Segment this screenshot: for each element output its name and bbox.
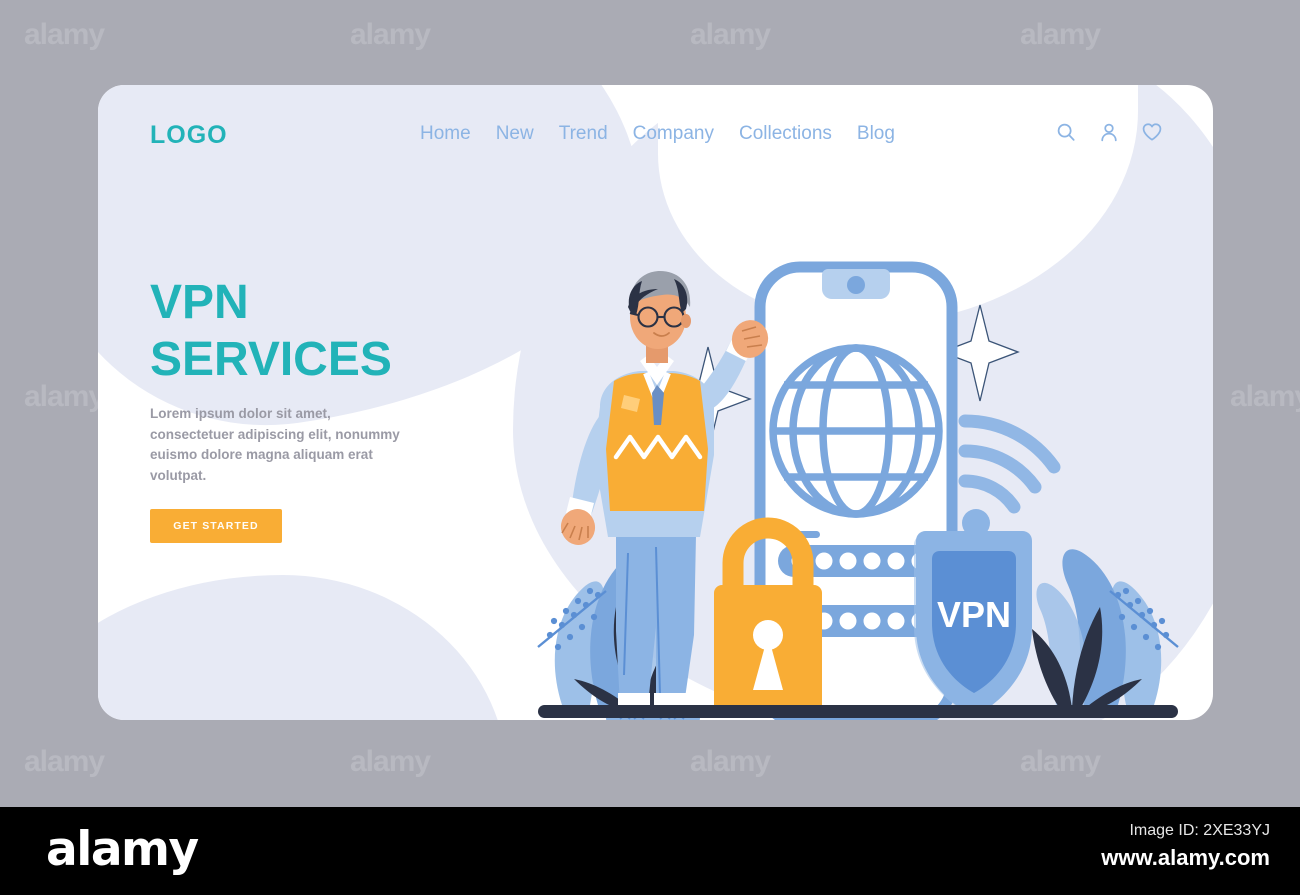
site-logo[interactable]: LOGO	[150, 121, 228, 150]
main-navigation: Home New Trend Company Collections Blog	[420, 123, 895, 145]
watermark-text: alamy	[690, 18, 771, 51]
get-started-button[interactable]: GET STARTED	[150, 509, 282, 544]
image-id-label: Image ID: 2XE33YJ	[1129, 822, 1270, 839]
alamy-url-label: www.alamy.com	[1101, 845, 1270, 870]
landing-page-card: LOGO Home New Trend Company Collections …	[98, 85, 1213, 720]
nav-item-collections[interactable]: Collections	[739, 123, 832, 145]
hero-paragraph: Lorem ipsum dolor sit amet, consectetuer…	[150, 406, 400, 483]
background-blob-bottom-left	[98, 575, 508, 720]
nav-item-company[interactable]: Company	[633, 123, 714, 145]
watermark-text: alamy	[1020, 18, 1101, 51]
page-title: VPN SERVICES	[150, 275, 480, 388]
nav-item-new[interactable]: New	[496, 123, 534, 145]
hero-title-line-1: VPN	[150, 276, 249, 329]
site-header: LOGO Home New Trend Company Collections …	[98, 85, 1213, 215]
nav-item-home[interactable]: Home	[420, 123, 471, 145]
plant-right	[1032, 549, 1179, 711]
nav-item-blog[interactable]: Blog	[857, 123, 895, 145]
shield-label: VPN	[937, 594, 1011, 635]
stock-photo-frame: alamy alamy alamy alamy alamy alamy alam…	[0, 0, 1300, 895]
header-icon-group	[1055, 121, 1163, 143]
watermark-text: alamy	[350, 745, 431, 778]
watermark-text: alamy	[24, 380, 105, 413]
vpn-illustration: VPN	[528, 235, 1188, 720]
watermark-text: alamy	[24, 18, 105, 51]
watermark-text: alamy	[350, 18, 431, 51]
nav-item-trend[interactable]: Trend	[559, 123, 608, 145]
watermark-text: alamy	[24, 745, 105, 778]
ground-line	[538, 705, 1178, 718]
alamy-logo: alamy	[46, 822, 199, 877]
wifi-icon	[958, 414, 1061, 514]
watermark-text: alamy	[1230, 380, 1300, 413]
heart-icon[interactable]	[1141, 121, 1163, 143]
watermark-text: alamy	[690, 745, 771, 778]
hero-copy-block: VPN SERVICES Lorem ipsum dolor sit amet,…	[150, 275, 480, 544]
search-icon[interactable]	[1055, 121, 1077, 143]
watermark-text: alamy	[1020, 745, 1101, 778]
user-icon[interactable]	[1098, 121, 1120, 143]
hero-title-line-2: SERVICES	[150, 332, 392, 386]
